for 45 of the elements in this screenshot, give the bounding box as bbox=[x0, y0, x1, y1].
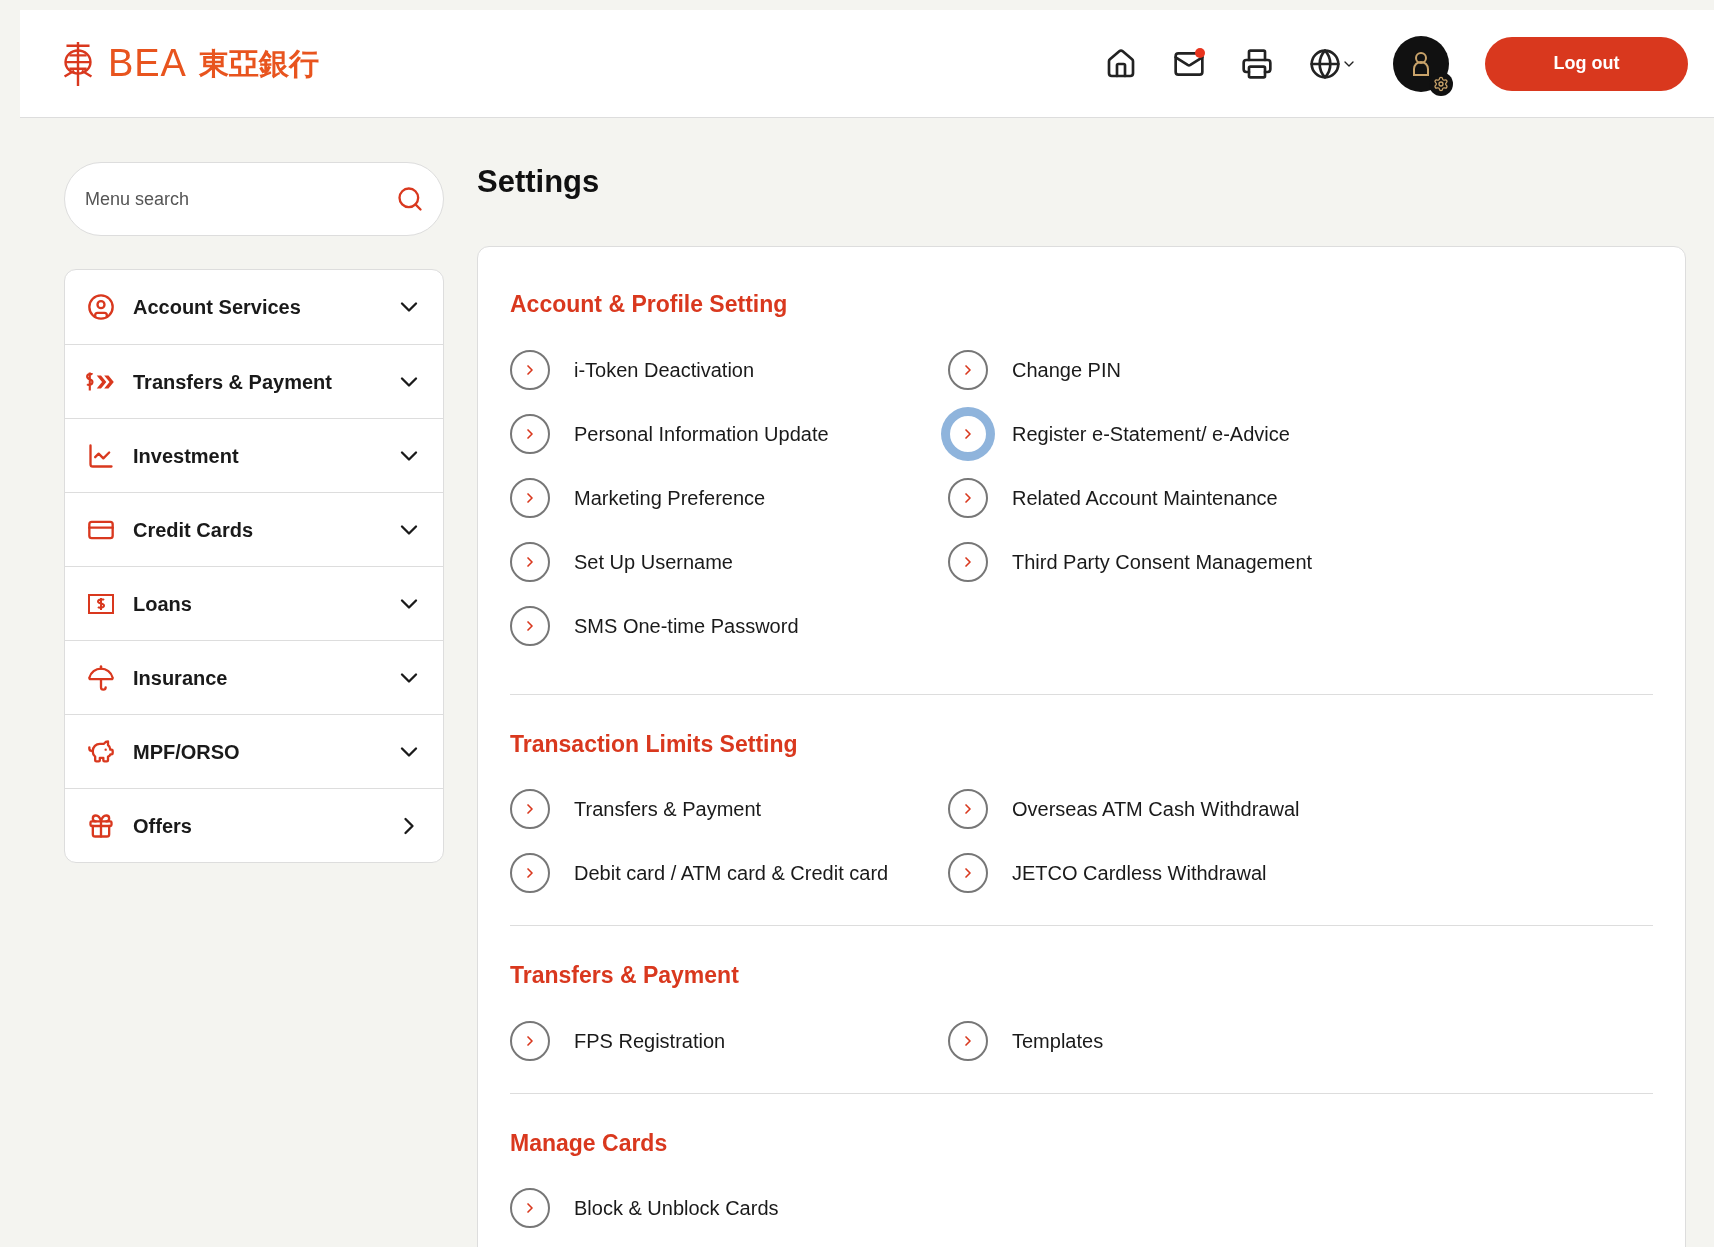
settings-link[interactable]: Debit card / ATM card & Credit card bbox=[510, 841, 948, 905]
settings-link[interactable]: Templates bbox=[948, 1008, 1653, 1073]
dollar-note-icon bbox=[87, 591, 115, 616]
menu-item[interactable]: Credit Cards bbox=[65, 492, 443, 566]
umbrella-icon bbox=[87, 663, 115, 692]
person-icon bbox=[1411, 49, 1431, 78]
user-icon bbox=[87, 293, 115, 321]
settings-link[interactable]: Third Party Consent Management bbox=[948, 529, 1653, 594]
page-title: Settings bbox=[477, 163, 601, 201]
menu-item[interactable]: Transfers & Payment bbox=[65, 344, 443, 418]
settings-link[interactable]: i-Token Deactivation bbox=[510, 337, 948, 402]
gift-icon bbox=[87, 811, 115, 840]
section-title: Manage Cards bbox=[510, 1128, 669, 1158]
settings-link[interactable]: FPS Registration bbox=[510, 1008, 948, 1073]
menu-item[interactable]: MPF/ORSO bbox=[65, 714, 443, 788]
logout-button[interactable]: Log out bbox=[1485, 36, 1688, 91]
settings-link[interactable]: Register e-Statement/ e-Advice bbox=[948, 401, 1653, 466]
globe-icon bbox=[1309, 47, 1341, 80]
section-title: Account & Profile Setting bbox=[510, 290, 789, 319]
menu-item[interactable]: Account Services bbox=[65, 270, 443, 344]
settings-link[interactable]: Set Up Username bbox=[510, 529, 948, 594]
settings-link[interactable]: Overseas ATM Cash Withdrawal bbox=[948, 777, 1653, 841]
section-title: Transfers & Payment bbox=[510, 961, 740, 990]
search-field[interactable]: Menu search bbox=[64, 162, 444, 236]
settings-link[interactable]: JETCO Cardless Withdrawal bbox=[948, 841, 1653, 905]
bank-logo-chinese: 東亞銀行 bbox=[198, 46, 319, 82]
settings-link[interactable]: SMS One-time Password bbox=[510, 593, 948, 658]
menu-item[interactable]: Offers bbox=[65, 788, 443, 862]
gear-icon bbox=[1433, 75, 1449, 92]
menu-item[interactable]: Investment bbox=[65, 418, 443, 492]
settings-link[interactable]: Personal Information Update bbox=[510, 401, 948, 466]
bank-logo-text: BEA bbox=[108, 41, 187, 86]
line-chart-icon bbox=[87, 441, 115, 470]
print-button[interactable] bbox=[1241, 47, 1273, 80]
settings-link[interactable]: Block & Unblock Cards bbox=[510, 1176, 948, 1240]
settings-link[interactable]: Related Account Maintenance bbox=[948, 465, 1653, 530]
settings-link[interactable]: Change PIN bbox=[948, 337, 1653, 402]
settings-link[interactable]: Marketing Preference bbox=[510, 465, 948, 530]
search-icon bbox=[396, 185, 424, 213]
piggy-bank-icon bbox=[87, 737, 115, 766]
menu-item[interactable]: Loans bbox=[65, 566, 443, 640]
home-button[interactable] bbox=[1105, 47, 1137, 80]
menu-item[interactable]: Insurance bbox=[65, 640, 443, 714]
section-title: Transaction Limits Setting bbox=[510, 729, 799, 759]
settings-link[interactable]: Transfers & Payment bbox=[510, 777, 948, 841]
